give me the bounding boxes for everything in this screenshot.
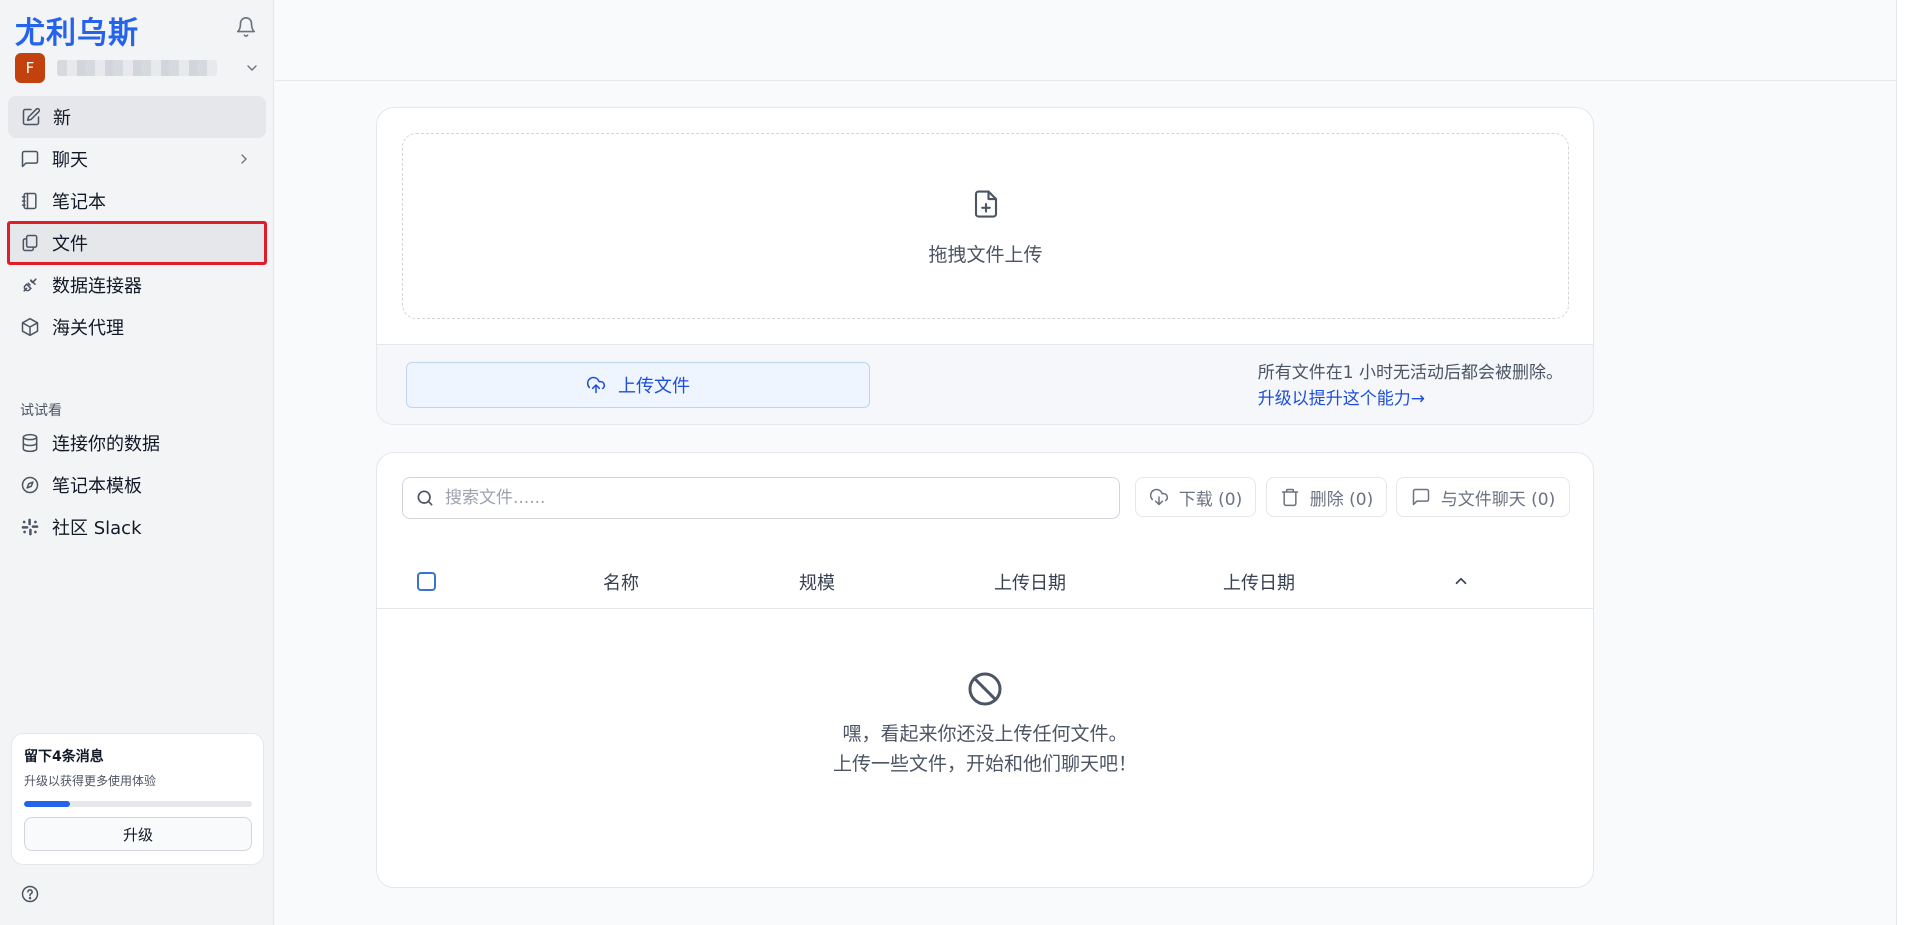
sidebar-item-label: 笔记本模板: [52, 476, 142, 497]
upload-panel: 拖拽文件上传 上传文件 所有文件在1 小时无活动后都会被删除。 升级以提升这个能…: [376, 107, 1594, 425]
sidebar-item-new[interactable]: 新: [8, 96, 266, 138]
help-icon[interactable]: [20, 884, 40, 904]
upgrade-card: 留下4条消息 升级以获得更多使用体验 升级: [11, 733, 264, 865]
cube-icon: [21, 317, 39, 337]
sidebar-item-label: 海关代理: [52, 318, 124, 339]
upgrade-button[interactable]: 升级: [24, 817, 252, 851]
sidebar-item-label: 社区 Slack: [52, 518, 142, 539]
chat-bubble-icon: [21, 150, 39, 168]
account-name-redacted: [57, 60, 217, 76]
sidebar-try-nav: 连接你的数据 笔记本模板 社区 Slack: [8, 422, 266, 548]
empty-message-line2: 上传一些文件，开始和他们聊天吧！: [832, 753, 1137, 775]
avatar: F: [15, 53, 45, 83]
sidebar-item-community-slack[interactable]: 社区 Slack: [8, 506, 266, 548]
chevron-down-icon: [247, 65, 257, 71]
sidebar-item-notebook-templates[interactable]: 笔记本模板: [8, 464, 266, 506]
dropzone-label: 拖拽文件上传: [928, 244, 1043, 266]
upgrade-title: 留下4条消息: [24, 749, 104, 765]
file-dropzone[interactable]: 拖拽文件上传: [402, 133, 1569, 319]
upload-button-label: 上传文件: [618, 376, 690, 397]
section-label-try: 试试看: [20, 403, 62, 419]
brand-logo[interactable]: 尤利乌斯: [15, 8, 139, 52]
upload-files-button[interactable]: 上传文件: [406, 362, 870, 408]
search-input[interactable]: [445, 488, 1085, 508]
search-icon: [417, 490, 433, 506]
cloud-upload-icon: [586, 376, 606, 394]
scrollbar[interactable]: [1896, 0, 1910, 925]
empty-state: 嘿，看起来你还没上传任何文件。 上传一些文件，开始和他们聊天吧！: [377, 669, 1593, 779]
upgrade-link[interactable]: 升级以提升这个能力→: [1258, 386, 1563, 412]
sidebar-item-data-connectors[interactable]: 数据连接器: [8, 264, 266, 306]
chat-bubble-icon: [1412, 488, 1429, 506]
column-header-name[interactable]: 名称: [603, 569, 639, 595]
sidebar-item-notebook[interactable]: 笔记本: [8, 180, 266, 222]
retention-note-text: 所有文件在1 小时无活动后都会被删除。: [1257, 363, 1563, 383]
download-label: 下载 (0): [1178, 489, 1243, 510]
sidebar-item-label: 新: [53, 108, 71, 129]
sidebar-item-files[interactable]: 文件: [7, 221, 267, 265]
database-icon: [22, 433, 38, 453]
slack-icon: [21, 518, 39, 536]
sidebar-nav: 新 聊天 笔记本 文件 数据连接器 海关代理: [7, 96, 267, 348]
plug-icon: [23, 278, 37, 292]
progress-fill: [24, 801, 70, 807]
sidebar-item-label: 文件: [52, 234, 88, 255]
sidebar-item-custom-agents[interactable]: 海关代理: [8, 306, 266, 348]
account-switcher[interactable]: F: [15, 53, 260, 83]
trash-icon: [1281, 488, 1298, 507]
sidebar-item-label: 聊天: [52, 150, 88, 171]
chevron-up-icon[interactable]: [1452, 572, 1470, 590]
compass-icon: [21, 476, 39, 494]
sidebar: 尤利乌斯 F 新 聊天 笔记本 文件 数据连接器 海关代理 试试看 连接你的数据…: [0, 0, 274, 925]
top-bar: [275, 0, 1897, 81]
pencil-square-icon: [22, 107, 41, 126]
chat-with-files-label: 与文件聊天 (0): [1440, 489, 1556, 510]
column-header-size[interactable]: 规模: [799, 569, 835, 595]
delete-label: 删除 (0): [1309, 489, 1374, 510]
column-header-upload-date[interactable]: 上传日期: [994, 569, 1066, 595]
bell-icon[interactable]: [235, 16, 257, 38]
sidebar-item-label: 笔记本: [52, 192, 106, 213]
sidebar-item-connect-data[interactable]: 连接你的数据: [8, 422, 266, 464]
cloud-download-icon: [1149, 488, 1168, 506]
sidebar-item-chat[interactable]: 聊天: [8, 138, 266, 180]
files-icon: [22, 234, 38, 252]
download-button[interactable]: 下载 (0): [1135, 477, 1256, 517]
upload-footer: 上传文件 所有文件在1 小时无活动后都会被删除。 升级以提升这个能力→: [377, 344, 1593, 424]
empty-message-line1: 嘿，看起来你还没上传任何文件。: [842, 723, 1128, 745]
files-panel: 下载 (0) 删除 (0) 与文件聊天 (0) 名称 规模 上传日期 上传日期 …: [376, 452, 1594, 888]
column-header-upload-date-2[interactable]: 上传日期: [1223, 569, 1295, 595]
search-box[interactable]: [402, 477, 1120, 519]
app-window: 尤利乌斯 F 新 聊天 笔记本 文件 数据连接器 海关代理 试试看 连接你的数据…: [0, 0, 1910, 925]
select-all-checkbox[interactable]: [417, 572, 436, 591]
chevron-right-icon: [241, 154, 247, 164]
sidebar-item-label: 连接你的数据: [52, 434, 160, 455]
message-usage-progress: [24, 801, 252, 807]
chat-with-files-button[interactable]: 与文件聊天 (0): [1396, 477, 1570, 517]
no-files-icon: [968, 672, 1002, 706]
notebook-icon: [21, 192, 37, 210]
file-plus-icon: [974, 190, 998, 218]
retention-note: 所有文件在1 小时无活动后都会被删除。 升级以提升这个能力→: [1258, 360, 1563, 412]
files-table-header: 名称 规模 上传日期 上传日期: [377, 553, 1593, 609]
upgrade-subtitle: 升级以获得更多使用体验: [24, 774, 157, 788]
delete-button[interactable]: 删除 (0): [1266, 477, 1387, 517]
sidebar-item-label: 数据连接器: [52, 276, 142, 297]
